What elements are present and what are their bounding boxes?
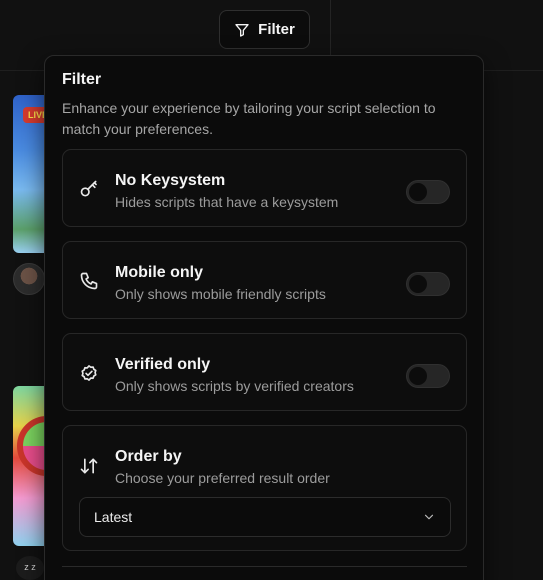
verified-badge-icon <box>81 365 97 381</box>
option-title: Mobile only <box>115 264 203 281</box>
toggle-knob <box>409 275 427 293</box>
popover-title: Filter <box>62 71 102 88</box>
toggle-knob <box>409 367 427 385</box>
option-subtitle: Only shows scripts by verified creators <box>115 378 354 394</box>
option-mobile-only: Mobile only Only shows mobile friendly s… <box>62 241 467 319</box>
chevron-down-icon <box>424 514 434 520</box>
mobile-only-toggle[interactable] <box>406 272 450 296</box>
option-verified-only: Verified only Only shows scripts by veri… <box>62 333 467 411</box>
option-title: No Keysystem <box>115 172 226 189</box>
filter-button-label: Filter <box>258 21 295 38</box>
popover-footer-divider <box>62 566 467 567</box>
toggle-knob <box>409 183 427 201</box>
phone-icon <box>80 272 98 290</box>
option-subtitle: Choose your preferred result order <box>115 470 330 486</box>
option-title: Order by <box>115 448 182 465</box>
filter-icon <box>235 23 249 37</box>
option-no-keysystem: No Keysystem Hides scripts that have a k… <box>62 149 467 227</box>
filter-button[interactable]: Filter <box>219 10 310 49</box>
option-subtitle: Hides scripts that have a keysystem <box>115 194 339 210</box>
creator-avatar[interactable]: z z <box>16 556 44 580</box>
verified-only-toggle[interactable] <box>406 364 450 388</box>
filter-popover: Filter Enhance your experience by tailor… <box>44 55 484 580</box>
key-icon <box>80 180 97 197</box>
creator-avatar[interactable] <box>13 263 45 295</box>
sort-arrows-icon <box>80 458 98 474</box>
option-title: Verified only <box>115 356 211 373</box>
page: LIVE z z Filter Filter Enhance your expe… <box>0 0 543 580</box>
option-subtitle: Only shows mobile friendly scripts <box>115 286 326 302</box>
no-keysystem-toggle[interactable] <box>406 180 450 204</box>
order-by-value: Latest <box>94 509 133 525</box>
order-by-select[interactable]: Latest <box>79 497 451 537</box>
option-order-by: Order by Choose your preferred result or… <box>62 425 467 551</box>
popover-description: Enhance your experience by tailoring you… <box>62 100 436 137</box>
